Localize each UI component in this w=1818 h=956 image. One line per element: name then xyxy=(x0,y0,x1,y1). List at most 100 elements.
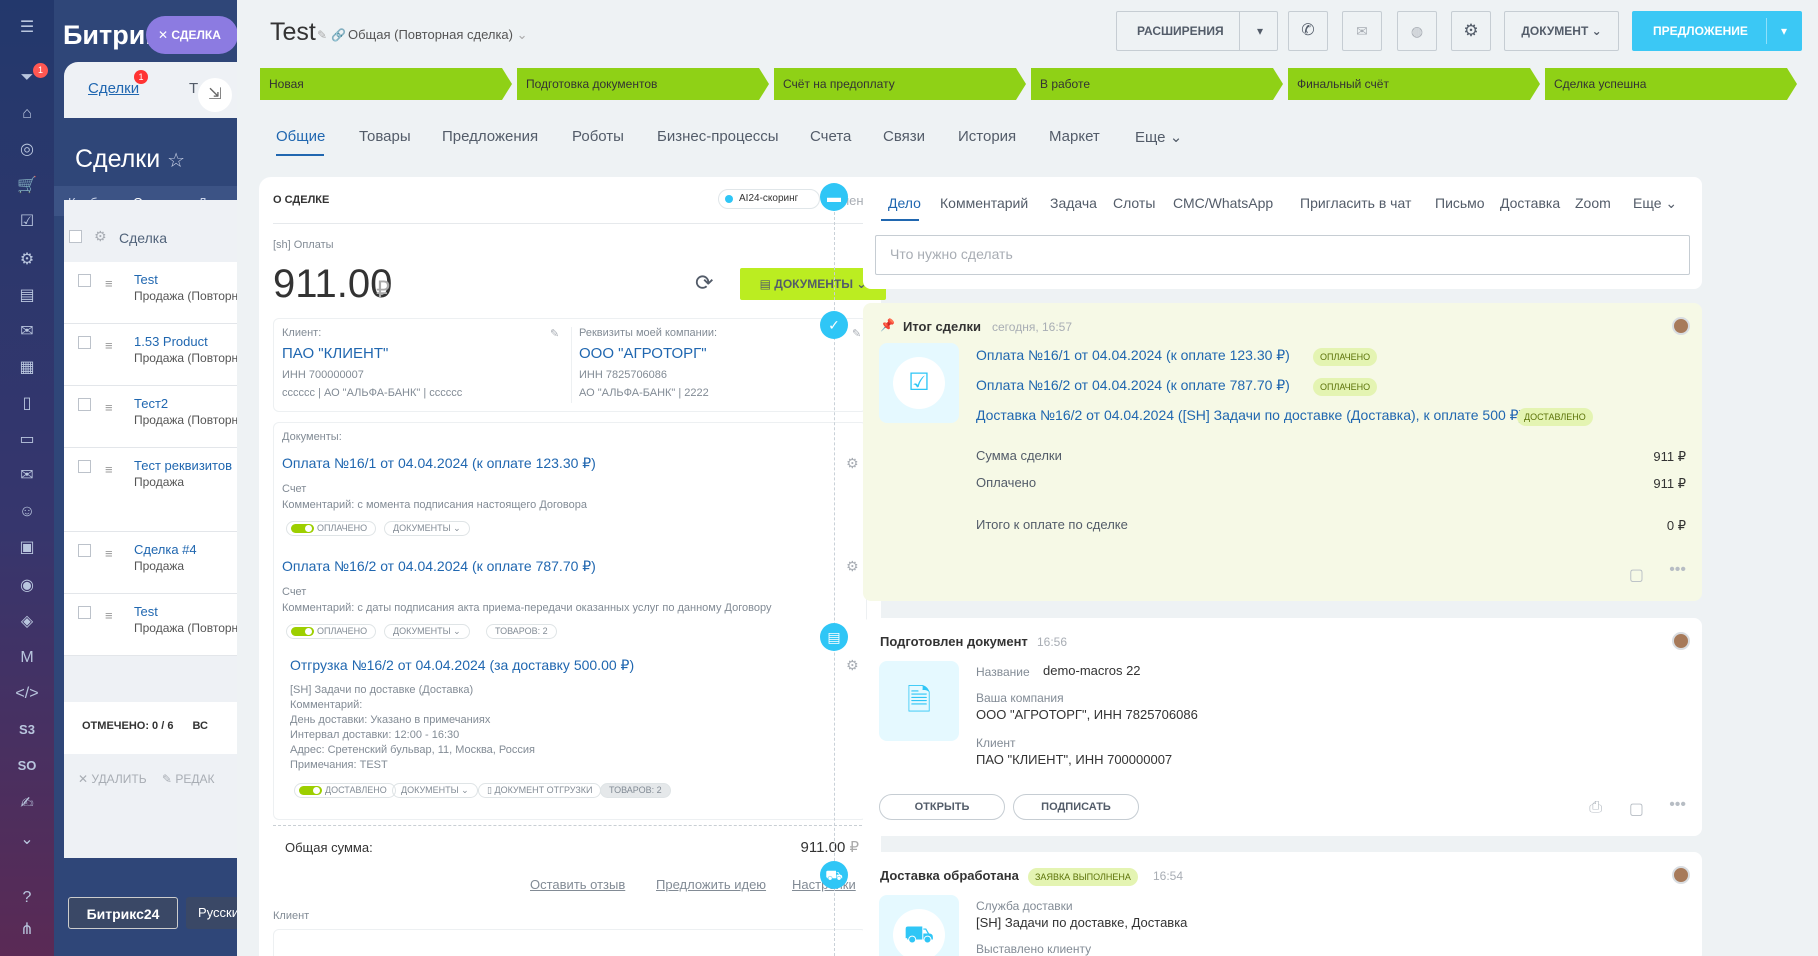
checkbox-icon[interactable]: ☑ xyxy=(14,210,40,234)
ai-scoring-chip[interactable]: AI24-скоринг xyxy=(718,189,820,209)
row-checkbox[interactable] xyxy=(78,460,91,473)
editor-tab-mail[interactable]: Письмо xyxy=(1435,195,1485,211)
pencil-icon[interactable]: ✎ xyxy=(317,28,327,42)
hamburger-icon[interactable]: ≡ xyxy=(105,608,113,623)
hamburger-icon[interactable]: ≡ xyxy=(105,546,113,561)
deal-category[interactable]: Общая (Повторная сделка) ⌄ xyxy=(348,27,528,43)
editor-tab-task[interactable]: Задача xyxy=(1050,195,1097,211)
document-icon[interactable]: ▯ xyxy=(14,392,40,416)
payment-2-link[interactable]: Оплата №16/2 от 04.04.2024 (к оплате 787… xyxy=(282,558,596,575)
client-name[interactable]: ПАО "КЛИЕНТ" xyxy=(282,345,388,362)
stage-prepay[interactable]: Счёт на предоплату xyxy=(774,68,1026,100)
editor-tab-zoom[interactable]: Zoom xyxy=(1575,195,1611,211)
tab-second[interactable]: Т xyxy=(189,80,198,97)
suggest-idea-link[interactable]: Предложить идею xyxy=(656,877,766,892)
cart-icon[interactable]: 🛒 xyxy=(14,174,40,198)
stage-docs[interactable]: Подготовка документов xyxy=(517,68,769,100)
target-icon[interactable]: ◎ xyxy=(14,138,40,162)
tab-more[interactable]: Еще ⌄ xyxy=(1135,128,1182,146)
more-icon[interactable]: ••• xyxy=(1669,796,1686,814)
chat-icon[interactable]: ✉ xyxy=(14,320,40,344)
table-row[interactable]: ≡ Test Продажа (Повторн xyxy=(64,594,244,656)
signature-icon[interactable]: ✍ xyxy=(14,792,40,816)
tab-history[interactable]: История xyxy=(958,128,1016,145)
sign-button[interactable]: ПОДПИСАТЬ xyxy=(1013,794,1139,820)
delivered-toggle[interactable]: ДОСТАВЛЕНО xyxy=(294,783,396,798)
row-title[interactable]: Test xyxy=(134,272,158,287)
id-card-icon[interactable]: ▣ xyxy=(14,536,40,560)
bot-icon[interactable]: ◉ xyxy=(14,574,40,598)
row-checkbox[interactable] xyxy=(78,398,91,411)
tab-market[interactable]: Маркет xyxy=(1049,128,1100,145)
edit-button[interactable]: ✎ РЕДАК xyxy=(162,772,215,786)
table-row[interactable]: ≡ Тест2 Продажа (Повторн xyxy=(64,386,244,448)
avatar[interactable] xyxy=(1672,317,1690,335)
tab-invoices[interactable]: Счета xyxy=(810,128,851,145)
close-icon[interactable]: ✕ xyxy=(158,28,168,42)
avatar[interactable] xyxy=(1672,632,1690,650)
row-title[interactable]: Тест реквизитов xyxy=(134,458,232,473)
client-section-box[interactable] xyxy=(273,929,867,956)
stage-success[interactable]: Сделка успешна xyxy=(1545,68,1797,100)
summary-payment-1[interactable]: Оплата №16/1 от 04.04.2024 (к оплате 123… xyxy=(976,347,1290,364)
tab-robots[interactable]: Роботы xyxy=(572,128,624,145)
extensions-button[interactable]: РАСШИРЕНИЯ ▾ xyxy=(1116,11,1278,51)
mail-icon[interactable]: ✉ xyxy=(1342,11,1382,51)
editor-tab-invite[interactable]: Пригласить в чат xyxy=(1300,195,1411,211)
document-button[interactable]: ДОКУМЕНТ ⌄ xyxy=(1504,11,1619,51)
tab-general[interactable]: Общие xyxy=(276,128,325,145)
paid-toggle[interactable]: ОПЛАЧЕНО xyxy=(286,624,377,639)
settings-icon[interactable]: ⚙ xyxy=(94,228,107,245)
robot-icon[interactable]: ⚙ xyxy=(14,248,40,272)
stage-new[interactable]: Новая xyxy=(260,68,512,100)
leave-review-link[interactable]: Оставить отзыв xyxy=(530,877,625,892)
link-icon[interactable]: 🔗 xyxy=(331,28,346,42)
note-icon[interactable]: ▢ xyxy=(1629,799,1644,819)
note-icon[interactable]: ▢ xyxy=(1629,565,1644,585)
list-icon[interactable]: ▤ xyxy=(14,284,40,308)
editor-tab-more[interactable]: Еще ⌄ xyxy=(1633,195,1677,212)
editor-tab-comment[interactable]: Комментарий xyxy=(940,195,1028,211)
code-icon[interactable]: </> xyxy=(14,682,40,706)
row-title[interactable]: Тест2 xyxy=(134,396,168,411)
select-all-checkbox[interactable] xyxy=(69,230,82,243)
group-icon[interactable]: ☺ xyxy=(14,500,40,524)
calendar-icon[interactable]: ▦ xyxy=(14,356,40,380)
table-row[interactable]: ≡ 1.53 Product Продажа (Повторн xyxy=(64,324,244,386)
printer-icon[interactable]: ⎙ xyxy=(1589,799,1602,817)
tab-bizproc[interactable]: Бизнес-процессы xyxy=(657,128,779,145)
pin-icon[interactable]: 📌 xyxy=(880,318,895,332)
table-row[interactable]: ≡ Тест реквизитов Продажа xyxy=(64,448,244,532)
collapse-icon[interactable]: ⇲ xyxy=(198,78,232,112)
row-checkbox[interactable] xyxy=(78,544,91,557)
rail-s3[interactable]: S3 xyxy=(14,718,40,742)
home-icon[interactable]: ⌂ xyxy=(14,102,40,126)
chevron-down-icon[interactable]: ⌄ xyxy=(14,828,40,852)
delete-button[interactable]: ✕ УДАЛИТЬ xyxy=(78,772,147,786)
table-row[interactable]: ≡ Сделка #4 Продажа xyxy=(64,532,244,594)
goods-badge[interactable]: ТОВАРОВ: 2 xyxy=(486,624,557,639)
bitrix24-button[interactable]: Битрикс24 xyxy=(68,897,178,929)
help-icon[interactable]: ? xyxy=(14,886,40,910)
phone-icon[interactable]: ✆ xyxy=(1288,11,1328,51)
pencil-icon[interactable]: ✎ xyxy=(550,327,559,340)
row-checkbox[interactable] xyxy=(78,336,91,349)
tab-links[interactable]: Связи xyxy=(883,128,925,145)
disk-icon[interactable]: ▭ xyxy=(14,428,40,452)
rail-so[interactable]: SO xyxy=(14,754,40,778)
star-icon[interactable]: ☆ xyxy=(167,150,185,172)
language-button[interactable]: Русски xyxy=(186,897,244,929)
activity-input[interactable]: Что нужно сделать xyxy=(875,235,1690,275)
row-title[interactable]: Сделка #4 xyxy=(134,542,197,557)
paid-toggle[interactable]: ОПЛАЧЕНО xyxy=(286,521,377,536)
tab-goods[interactable]: Товары xyxy=(359,128,411,145)
market-icon[interactable]: M xyxy=(14,646,40,670)
network-icon[interactable]: ⋔ xyxy=(14,918,40,942)
deal-title[interactable]: Test xyxy=(270,18,316,47)
row-checkbox[interactable] xyxy=(78,606,91,619)
company-name[interactable]: ООО "АГРОТОРГ" xyxy=(579,345,707,362)
box-icon[interactable]: ◈ xyxy=(14,610,40,634)
row-title[interactable]: 1.53 Product xyxy=(134,334,208,349)
goods-badge[interactable]: ТОВАРОВ: 2 xyxy=(600,783,671,798)
column-deal[interactable]: Сделка xyxy=(119,230,167,246)
